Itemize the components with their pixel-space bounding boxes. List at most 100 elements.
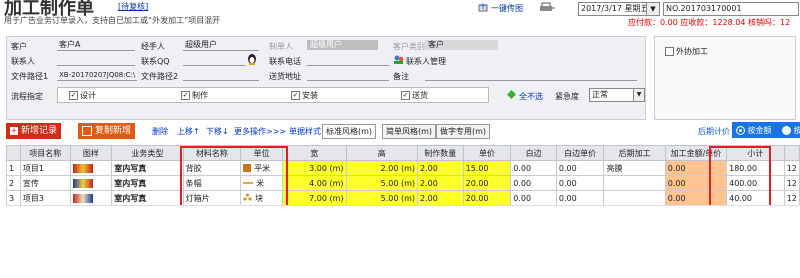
customer-label: 客户	[11, 42, 27, 51]
contact-field[interactable]	[57, 55, 135, 66]
upload-image-button[interactable]: 一键传图	[491, 3, 523, 14]
flow-checkbox-deliver[interactable]: ✓ 送货	[401, 90, 428, 101]
post-process-cell[interactable]	[603, 175, 666, 191]
quantity-cell[interactable]: 2.00	[417, 175, 464, 191]
date-select[interactable]: 2017/3/17 星期五 下	[578, 2, 659, 16]
urgency-select[interactable]: 正常	[589, 88, 637, 102]
file-path2-field[interactable]	[183, 70, 259, 81]
phone-label: 联系电话	[269, 57, 301, 66]
edge-price-cell[interactable]: 0.00	[555, 190, 605, 206]
edge-cell[interactable]: 0.00	[510, 175, 557, 191]
file-path1-field[interactable]: XB-20170207JQ08:C:\	[57, 70, 137, 81]
col-header-quantity: 制作数量	[417, 145, 464, 161]
col-header-extra	[783, 145, 800, 161]
document-style-link[interactable]: 单据样式	[289, 126, 321, 137]
height-cell[interactable]: 5.00 (m)	[345, 175, 419, 191]
manager-field[interactable]: 超级用户	[183, 40, 259, 51]
edge-cell[interactable]: 0.00	[510, 160, 557, 176]
business-type-cell[interactable]: 室内写真	[111, 160, 184, 176]
item-name-cell[interactable]: 宣传	[19, 175, 71, 191]
edge-price-cell[interactable]: 0.00	[555, 160, 605, 176]
order-number[interactable]: NO.201703170001	[663, 2, 799, 16]
arrow-down-icon: ↓	[222, 127, 229, 136]
quantity-cell[interactable]: 2.00	[417, 190, 464, 206]
more-operations-link[interactable]: 更多操作>>>	[234, 126, 286, 137]
flow-checkbox-make[interactable]: ✓ 制作	[181, 90, 208, 101]
business-type-cell[interactable]: 室内写真	[111, 175, 184, 191]
price-cell[interactable]: 15.00	[462, 160, 512, 176]
col-header-edge: 白边	[510, 145, 557, 161]
file-path2-label: 文件路径2	[141, 72, 179, 81]
qq-penguin-icon[interactable]	[247, 54, 257, 67]
note-field[interactable]	[425, 70, 637, 81]
price-cell[interactable]: 20.00	[462, 175, 512, 191]
table-row[interactable]: 3 项目3 室内写真 灯箱片 块 7.00 (m) 5.00 (m) 2.00 …	[6, 190, 800, 206]
tab-simple-style[interactable]: 简单风格(m)	[382, 124, 437, 139]
flow-item-make-label: 制作	[192, 91, 208, 100]
address-field[interactable]	[307, 70, 389, 81]
by-amount-radio[interactable]: 按金额	[736, 125, 772, 136]
delete-link[interactable]: 删除	[152, 126, 168, 137]
post-process-cell[interactable]	[603, 190, 666, 206]
deselect-all-link[interactable]: 全不选	[519, 91, 543, 102]
customer-field[interactable]: 客户A	[57, 40, 135, 51]
thumbnail-image-icon	[72, 163, 93, 173]
item-name-cell[interactable]: 项目3	[19, 190, 71, 206]
height-cell[interactable]: 2.00 (m)	[345, 160, 419, 176]
sample-thumbnail[interactable]	[69, 160, 113, 176]
flow-item-install-label: 安装	[302, 91, 318, 100]
business-type-cell[interactable]: 室内写真	[111, 190, 184, 206]
table-row[interactable]: 2 宣传 室内写真 条幅 米 4.00 (m) 5.00 (m) 2.00 20…	[6, 175, 800, 191]
col-header-index	[6, 145, 21, 161]
checkbox-icon	[665, 47, 674, 56]
item-name-cell[interactable]: 项目1	[19, 160, 71, 176]
price-cell[interactable]: 20.00	[462, 190, 512, 206]
status-tag[interactable]: [待复核]	[118, 1, 148, 12]
outsource-checkbox[interactable]: 外协加工	[665, 46, 708, 57]
move-up-label: 上移	[177, 127, 193, 136]
col-header-post-process: 后期加工	[603, 145, 666, 161]
add-record-button[interactable]: + 新增记录	[6, 123, 62, 139]
table-row[interactable]: 1 项目1 室内写真 背胶 平米 3.00 (m) 2.00 (m) 2.00 …	[6, 160, 800, 176]
tab-lettering[interactable]: 做字专用(m)	[436, 124, 491, 139]
file-path1-label: 文件路径1	[11, 72, 49, 81]
width-cell[interactable]: 4.00 (m)	[281, 175, 347, 191]
table-header-row: 项目名称 图样 业务类型 材料名称 单位 宽 高 制作数量 单价 白边 白边单价…	[6, 145, 800, 161]
col-header-width: 宽	[281, 145, 347, 161]
printer-icon[interactable]	[540, 2, 556, 15]
upload-image-icon[interactable]	[478, 3, 488, 15]
phone-field[interactable]	[307, 55, 389, 66]
flow-checkbox-install[interactable]: ✓ 安装	[291, 90, 318, 101]
move-down-link[interactable]: 下移↓	[206, 126, 229, 137]
qq-field[interactable]	[183, 55, 245, 66]
extra-cell: 12	[783, 190, 800, 206]
move-up-link[interactable]: 上移↑	[177, 126, 200, 137]
post-pricing-label: 后期计价	[698, 127, 730, 136]
width-cell[interactable]: 3.00 (m)	[281, 160, 347, 176]
customer-category-label: 客户类别	[393, 42, 425, 51]
width-cell[interactable]: 7.00 (m)	[281, 190, 347, 206]
contact-manage-icon[interactable]	[393, 54, 404, 67]
edge-cell[interactable]: 0.00	[510, 190, 557, 206]
check-icon: ✓	[69, 91, 78, 100]
post-process-cell[interactable]: 亮膜	[603, 160, 666, 176]
check-icon: ✓	[401, 91, 410, 100]
flow-checkbox-design[interactable]: ✓ 设计	[69, 90, 96, 101]
height-cell[interactable]: 5.00 (m)	[345, 190, 419, 206]
by-other-radio[interactable]: 按	[782, 125, 800, 136]
order-form: 客户 客户A 经手人 超级用户 制单人 超级用户 客户类别 客户 联系人 联系Q…	[6, 36, 646, 120]
sample-thumbnail[interactable]	[69, 175, 113, 191]
quantity-cell[interactable]: 2.00	[417, 160, 464, 176]
edge-price-cell[interactable]: 0.00	[555, 175, 605, 191]
sample-thumbnail[interactable]	[69, 190, 113, 206]
pricing-mode-bar: 按金额 按	[732, 122, 800, 138]
arrow-up-icon: ↑	[193, 127, 200, 136]
col-header-height: 高	[345, 145, 419, 161]
tab-standard-style[interactable]: 标准风格(m)	[322, 124, 377, 139]
date-dropdown-icon[interactable]: ▼	[646, 2, 660, 16]
urgency-dropdown-icon[interactable]: ▼	[633, 88, 645, 102]
toolbar: + 新增记录 复制新增 删除 上移↑ 下移↓ 更多操作>>> 单据样式 标准风格(…	[6, 121, 800, 141]
contact-manage-button[interactable]: 联系人管理	[406, 56, 446, 67]
copy-add-button[interactable]: 复制新增	[78, 123, 136, 139]
col-header-sample: 图样	[69, 145, 113, 161]
